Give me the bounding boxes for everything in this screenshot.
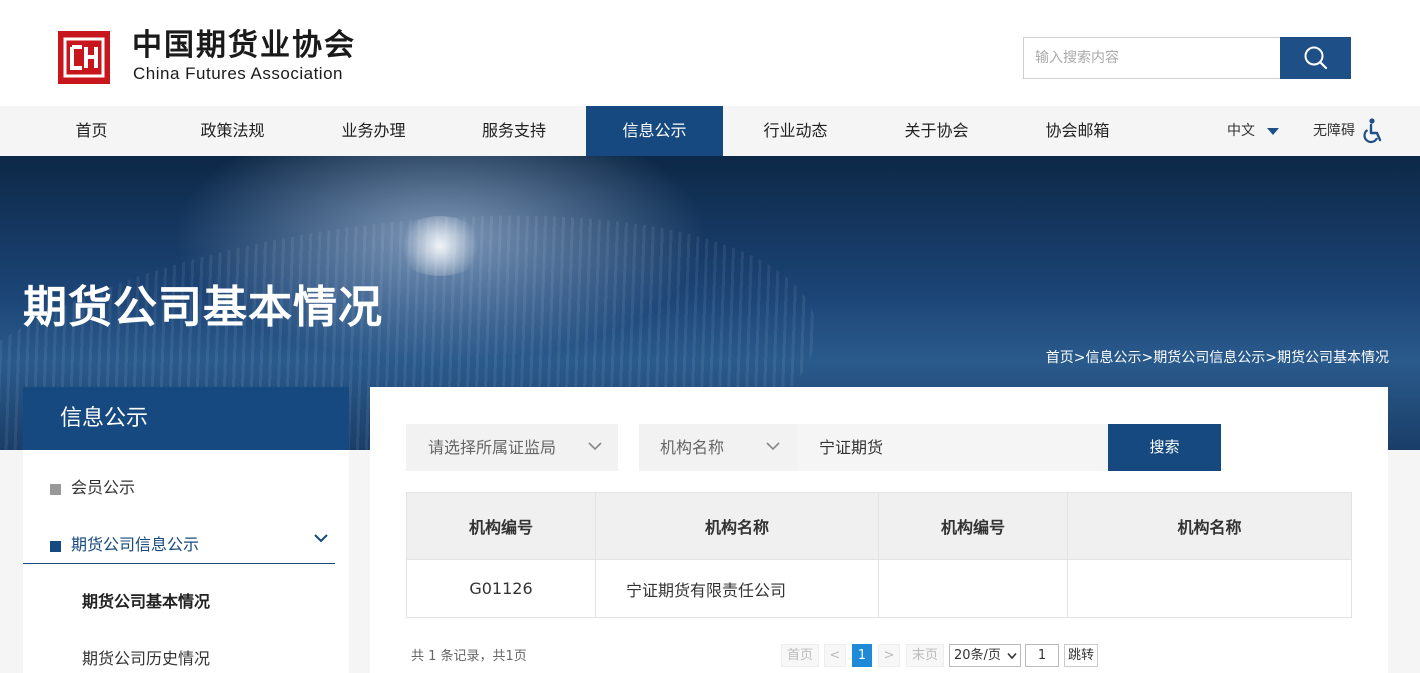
logo-chinese-name[interactable]: 中国期货业协会 bbox=[132, 28, 356, 64]
nav-item-disclosure[interactable]: 信息公示 bbox=[586, 106, 723, 156]
nav-item-business[interactable]: 业务办理 bbox=[305, 106, 442, 156]
nav-item-service[interactable]: 服务支持 bbox=[442, 106, 586, 156]
table-row: G01126 宁证期货有限责任公司 bbox=[406, 559, 1352, 618]
cfa-logo-icon[interactable] bbox=[58, 31, 110, 84]
banner-glow bbox=[395, 216, 485, 276]
nav-item-mailbox[interactable]: 协会邮箱 bbox=[1005, 106, 1150, 156]
next-page-button[interactable]: > bbox=[878, 644, 900, 667]
sidebar-title: 信息公示 bbox=[23, 387, 349, 450]
sidebar-subitem-history[interactable]: 期货公司历史情况 bbox=[82, 647, 210, 671]
main-nav: 首页 政策法规 业务办理 服务支持 信息公示 行业动态 关于协会 协会邮箱 中文… bbox=[23, 106, 1417, 156]
search-button[interactable]: 搜索 bbox=[1108, 424, 1221, 471]
site-search-input[interactable] bbox=[1023, 37, 1281, 79]
column-header: 机构名称 bbox=[1067, 492, 1352, 560]
page-number-current[interactable]: 1 bbox=[852, 644, 872, 667]
sidebar: 会员公示 期货公司信息公示 期货公司基本情况 期货公司历史情况 bbox=[23, 450, 349, 673]
column-header: 机构编号 bbox=[406, 492, 596, 560]
breadcrumb[interactable]: 首页>信息公示>期货公司信息公示>期货公司基本情况 bbox=[1046, 348, 1389, 368]
logo-english-name[interactable]: China Futures Association bbox=[133, 64, 343, 84]
nav-item-about[interactable]: 关于协会 bbox=[868, 106, 1005, 156]
nav-item-industry-news[interactable]: 行业动态 bbox=[723, 106, 868, 156]
page-size-select[interactable]: 20条/页 bbox=[949, 644, 1021, 667]
field-select[interactable]: 机构名称 bbox=[639, 424, 797, 471]
keyword-input[interactable] bbox=[797, 424, 1108, 471]
table-cell-name bbox=[1067, 559, 1352, 618]
table-cell-name[interactable]: 宁证期货有限责任公司 bbox=[595, 559, 879, 618]
chevron-down-icon bbox=[1007, 652, 1017, 660]
prev-page-button[interactable]: < bbox=[824, 644, 846, 667]
sidebar-subitem-basic-info[interactable]: 期货公司基本情况 bbox=[82, 590, 210, 614]
chevron-down-icon[interactable] bbox=[313, 532, 329, 544]
record-summary: 共 1 条记录，共1页 bbox=[411, 649, 527, 664]
language-switch[interactable]: 中文 bbox=[1227, 106, 1279, 156]
language-label: 中文 bbox=[1227, 123, 1255, 139]
nav-item-home[interactable]: 首页 bbox=[23, 106, 160, 156]
chevron-down-icon bbox=[588, 442, 602, 451]
last-page-button[interactable]: 末页 bbox=[906, 644, 944, 667]
bureau-select[interactable]: 请选择所属证监局 bbox=[406, 424, 618, 471]
results-table: 机构编号 机构名称 机构编号 机构名称 G01126 宁证期货有限责任公司 bbox=[406, 492, 1352, 618]
search-icon bbox=[1304, 46, 1327, 70]
sidebar-divider bbox=[23, 563, 335, 564]
accessibility-link[interactable]: 无障碍 bbox=[1313, 106, 1355, 156]
first-page-button[interactable]: 首页 bbox=[781, 644, 819, 667]
site-header: 中国期货业协会 China Futures Association bbox=[0, 0, 1420, 106]
chevron-down-icon bbox=[766, 442, 780, 451]
column-header: 机构名称 bbox=[595, 492, 879, 560]
sidebar-item-label: 期货公司信息公示 bbox=[71, 535, 200, 554]
caret-down-icon bbox=[1267, 127, 1279, 135]
jump-button[interactable]: 跳转 bbox=[1064, 644, 1098, 667]
page-size-label: 20条/页 bbox=[954, 648, 1001, 663]
accessibility-icon[interactable] bbox=[1363, 118, 1383, 144]
table-cell-code: G01126 bbox=[406, 559, 596, 618]
site-search-button[interactable] bbox=[1280, 37, 1351, 79]
page-title: 期货公司基本情况 bbox=[23, 282, 383, 333]
table-header-row: 机构编号 机构名称 机构编号 机构名称 bbox=[406, 492, 1352, 560]
main-content: 请选择所属证监局 机构名称 搜索 机构编号 机构名称 机构编号 机构名称 G01… bbox=[370, 387, 1388, 673]
square-bullet-icon bbox=[50, 484, 61, 495]
nav-item-policy[interactable]: 政策法规 bbox=[160, 106, 305, 156]
bureau-select-label: 请选择所属证监局 bbox=[428, 438, 557, 457]
square-bullet-icon bbox=[50, 541, 61, 552]
field-select-label: 机构名称 bbox=[660, 438, 725, 457]
table-cell-code bbox=[878, 559, 1068, 618]
column-header: 机构编号 bbox=[878, 492, 1068, 560]
goto-page-input[interactable]: 1 bbox=[1025, 644, 1059, 667]
sidebar-item-label: 会员公示 bbox=[71, 478, 136, 497]
